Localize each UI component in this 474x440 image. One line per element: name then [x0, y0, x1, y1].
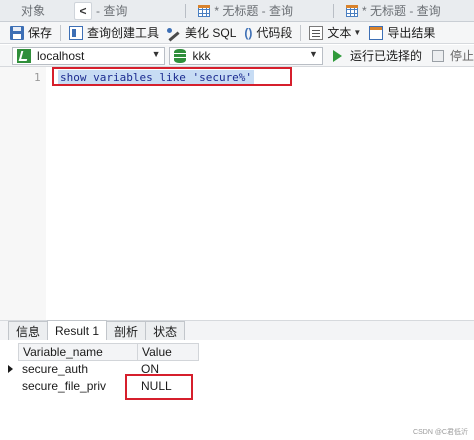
watermark: CSDN @C君低沂	[413, 429, 468, 436]
column-header-label: Value	[142, 345, 172, 359]
column-header-value[interactable]: Value	[137, 343, 199, 361]
tab-query-2-label: * 无标题 - 查询	[214, 4, 294, 18]
tab-objects[interactable]: 对象	[0, 0, 66, 21]
cell-value: secure_file_priv	[22, 379, 107, 393]
tab-profile[interactable]: 剖析	[106, 321, 147, 340]
connection-bar: localhost ▼ kkk ▼ 运行已选择的 停止	[0, 45, 474, 67]
tab-info[interactable]: 信息	[8, 321, 49, 340]
beautify-sql-label: 美化 SQL	[185, 26, 237, 40]
tab-objects-label: 对象	[20, 4, 45, 18]
tab-info-label: 信息	[16, 324, 41, 339]
cell-value: secure_auth	[22, 362, 89, 376]
tab-query-2[interactable]: * 无标题 - 查询	[192, 0, 340, 21]
text-document-icon	[309, 25, 324, 40]
chevron-left-icon[interactable]: <	[74, 1, 92, 20]
row-indicator	[8, 377, 18, 395]
table-cell[interactable]: secure_file_priv	[18, 377, 137, 395]
tab-query-3[interactable]: * 无标题 - 查询	[340, 0, 447, 21]
code-snippet-label: 代码段	[256, 26, 293, 40]
magic-wand-icon	[167, 26, 181, 40]
tab-divider	[333, 3, 335, 18]
column-header-label: Variable_name	[23, 345, 103, 359]
export-result-label: 导出结果	[387, 26, 436, 40]
parentheses-icon: ()	[244, 25, 253, 40]
connection-select[interactable]: localhost ▼	[12, 46, 166, 65]
tab-query-3-label: * 无标题 - 查询	[362, 4, 441, 18]
sql-editor[interactable]: 1 show variables like 'secure%'	[0, 67, 474, 320]
query-grid-icon	[198, 4, 211, 17]
triangle-right-icon	[8, 365, 13, 373]
tab-status[interactable]: 状态	[145, 321, 186, 340]
save-icon	[10, 25, 24, 40]
database-value: kkk	[192, 48, 211, 63]
stop-icon	[431, 49, 444, 62]
query-toolbar: 保存 查询创建工具 美化 SQL () 代码段 文本 ▼ 导出结果	[0, 22, 474, 44]
play-icon	[332, 49, 342, 62]
tab-query-1[interactable]: < - 查询	[66, 0, 192, 21]
column-header-variable-name[interactable]: Variable_name	[18, 343, 138, 361]
tab-divider	[185, 3, 187, 18]
save-button[interactable]: 保存	[6, 23, 56, 43]
line-gutter: 1	[0, 67, 46, 320]
code-snippet-button[interactable]: () 代码段	[240, 23, 296, 43]
text-mode-button[interactable]: 文本 ▼	[305, 23, 365, 43]
table-cell[interactable]: secure_auth	[18, 360, 137, 378]
stop-label: 停止	[449, 49, 474, 63]
chevron-down-icon[interactable]: ▼	[353, 28, 361, 37]
mysql-connection-icon	[17, 48, 31, 63]
tab-query-1-label: - 查询	[96, 4, 128, 18]
query-builder-button[interactable]: 查询创建工具	[65, 23, 163, 43]
query-builder-icon	[69, 25, 84, 40]
tab-bar: 对象 < - 查询 * 无标题 - 查询 * 无标题 - 查询	[0, 0, 474, 22]
beautify-sql-button[interactable]: 美化 SQL	[163, 23, 240, 43]
toolbar-divider	[60, 24, 62, 41]
database-icon	[174, 48, 187, 63]
result-grid: Variable_name Value secure_auth ON secur…	[0, 340, 474, 440]
run-selected-label: 运行已选择的	[349, 49, 422, 63]
line-number: 1	[34, 71, 41, 84]
chevron-down-icon: ▼	[309, 48, 318, 59]
query-grid-icon	[346, 4, 359, 17]
tab-profile-label: 剖析	[114, 324, 139, 339]
export-result-button[interactable]: 导出结果	[365, 23, 439, 43]
toolbar-divider	[300, 24, 302, 41]
query-builder-label: 查询创建工具	[87, 26, 160, 40]
annotation-highlight-box	[125, 374, 193, 400]
connection-value: localhost	[37, 48, 85, 63]
text-mode-label: 文本	[327, 26, 352, 40]
current-row-indicator	[8, 360, 18, 378]
chevron-down-icon: ▼	[151, 48, 161, 59]
annotation-highlight-box	[52, 67, 292, 86]
run-selected-button[interactable]: 运行已选择的	[332, 47, 422, 64]
grid-header-row: Variable_name Value	[8, 343, 199, 361]
tab-result-1-label: Result 1	[55, 323, 100, 338]
stop-button[interactable]: 停止	[431, 47, 474, 64]
result-tab-bar: 信息 Result 1 剖析 状态	[0, 320, 474, 340]
export-grid-icon	[369, 25, 384, 40]
tab-status-label: 状态	[153, 324, 178, 339]
tab-result-1[interactable]: Result 1	[47, 320, 108, 340]
database-select[interactable]: kkk ▼	[169, 46, 323, 65]
save-label: 保存	[28, 26, 53, 40]
